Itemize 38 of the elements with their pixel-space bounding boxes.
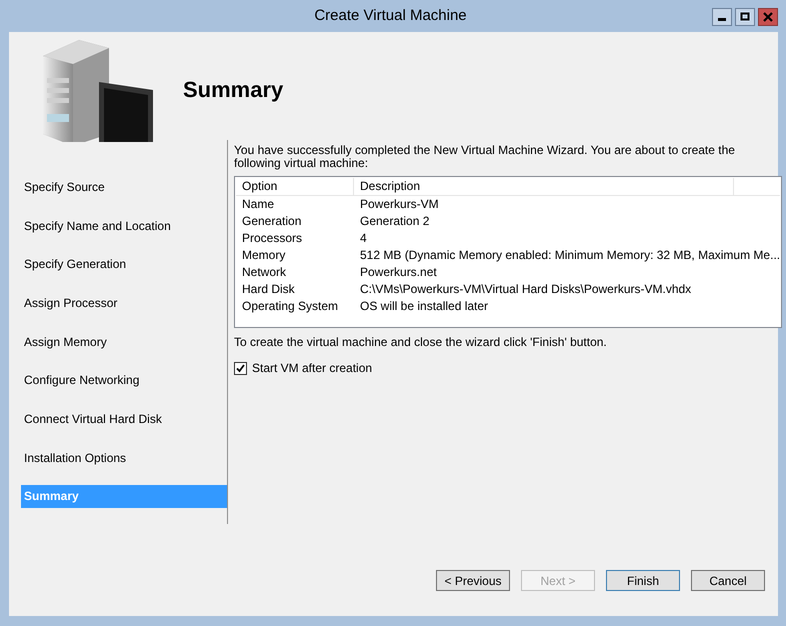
- table-cell-text: Operating System: [241, 298, 340, 315]
- minimize-button[interactable]: [712, 8, 732, 26]
- nav-step[interactable]: Configure Networking: [21, 369, 227, 392]
- nav-step[interactable]: Connect Virtual Hard Disk: [21, 408, 227, 431]
- page-title: Summary: [183, 76, 284, 104]
- table-cell-text: Generation: [241, 213, 302, 230]
- window-title: Create Virtual Machine: [313, 6, 468, 26]
- maximize-icon: [740, 12, 750, 22]
- nav-step[interactable]: Assign Processor: [21, 292, 227, 315]
- nav-step[interactable]: Specify Source: [21, 176, 227, 199]
- intro-text: You have successfully completed the New Virtual Machine Wizard. You are about to create the following virtual machine:: [234, 144, 736, 170]
- table-cell-text: 512 MB (Dynamic Memory enabled: Minimum Memory: 32 MB, Maximum Me...: [359, 247, 780, 264]
- table-cell-text: C:\VMs\Powerkurs-VM\Virtual Hard Disks\Powerkurs-VM.vhdx: [359, 281, 692, 298]
- table-cell-text: Processors: [241, 230, 304, 247]
- maximize-button[interactable]: [735, 8, 755, 26]
- table-cell-text: Network: [241, 264, 288, 281]
- table-cell-text: Name: [241, 196, 276, 213]
- finish-note: To create the virtual machine and close the wizard click 'Finish' button.: [234, 334, 608, 351]
- table-cell-text: Powerkurs-VM: [359, 196, 440, 213]
- table-cell-text: OS will be installed later: [359, 298, 490, 315]
- start-vm-checkbox[interactable]: [234, 362, 247, 374]
- table-cell-text: 4: [359, 230, 368, 247]
- wizard-button[interactable]: Finish: [606, 570, 680, 591]
- table-cell-text: Powerkurs.net: [359, 264, 438, 281]
- column-header[interactable]: Option: [236, 178, 354, 195]
- close-button[interactable]: [758, 8, 778, 26]
- table-cell-text: Hard Disk: [241, 281, 296, 298]
- table-cell-text: Generation 2: [359, 213, 430, 230]
- nav-step[interactable]: Installation Options: [21, 446, 227, 470]
- table-cell-text: Memory: [241, 247, 286, 264]
- nav-step[interactable]: Assign Memory: [21, 330, 227, 354]
- close-icon: [763, 12, 773, 22]
- nav-step[interactable]: Specify Name and Location: [21, 214, 227, 238]
- column-header[interactable]: Description: [354, 178, 734, 195]
- wizard-button[interactable]: Cancel: [691, 570, 765, 591]
- wizard-button[interactable]: < Previous: [436, 570, 510, 591]
- nav-step[interactable]: Specify Generation: [21, 253, 227, 276]
- checkbox-label[interactable]: Start VM after creation: [252, 359, 372, 377]
